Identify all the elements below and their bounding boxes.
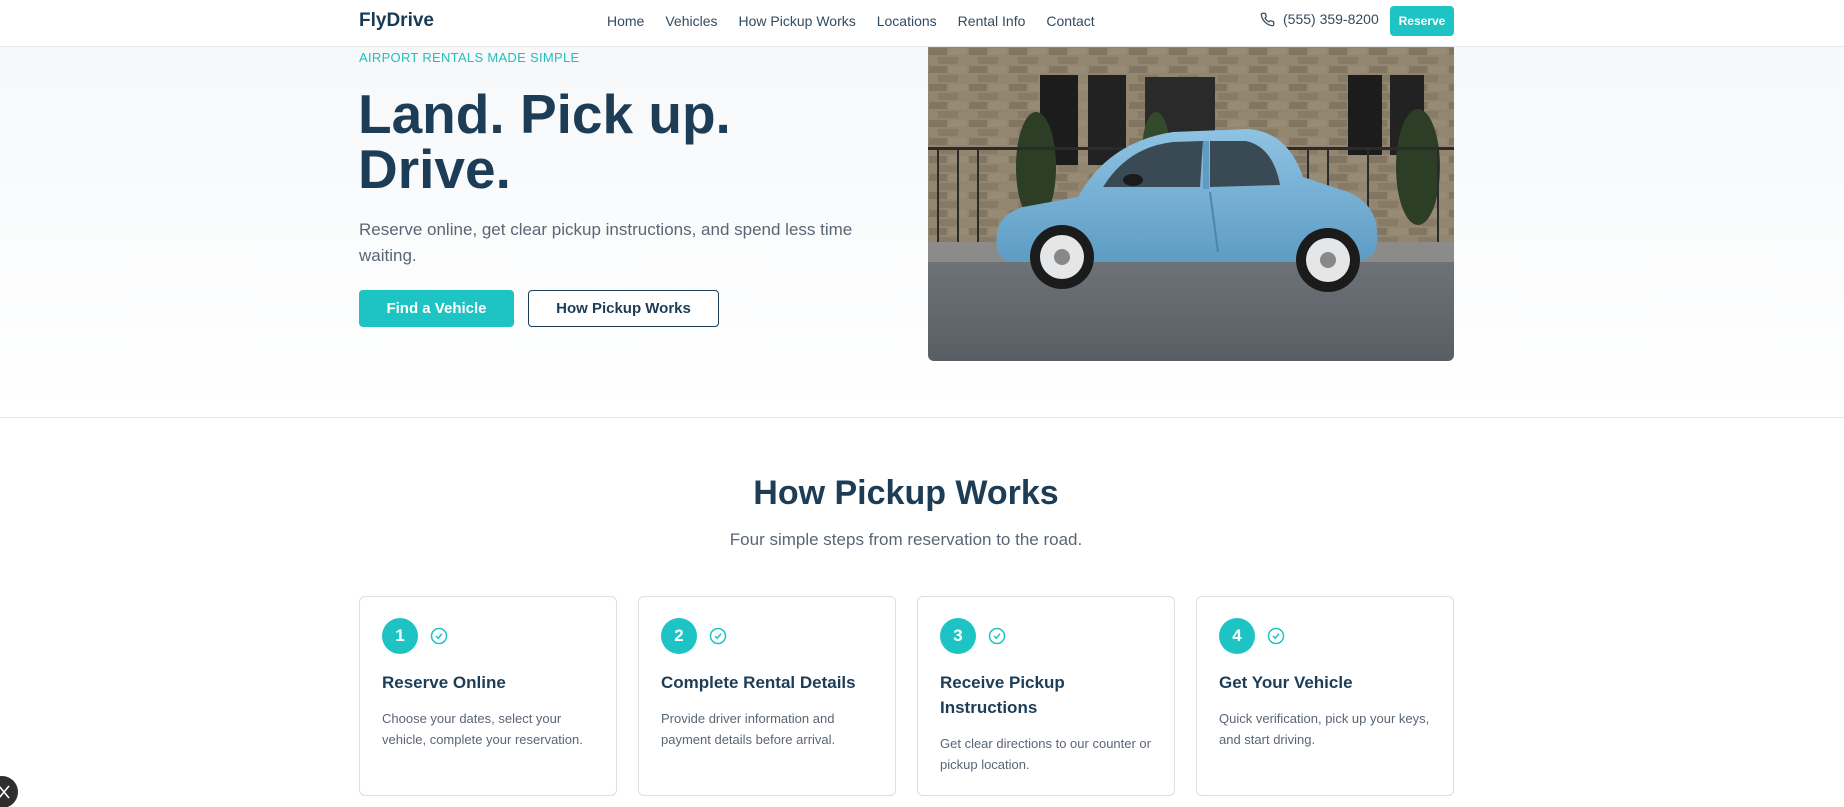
check-circle-icon [988,627,1006,645]
nav-link-vehicles[interactable]: Vehicles [665,12,717,30]
phone-contact[interactable]: (555) 359-8200 [1260,11,1379,27]
step-title: Reserve Online [382,673,506,692]
step-title: Receive Pickup Instructions [940,673,1065,717]
step-card-4: 4 Get Your Vehicle Quick verification, p… [1196,596,1454,796]
step-number-badge: 1 [382,618,418,654]
nav-link-rental-info[interactable]: Rental Info [958,12,1026,30]
check-circle-icon [430,627,448,645]
check-circle-icon [709,627,727,645]
step-card-2: 2 Complete Rental Details Provide driver… [638,596,896,796]
section-subtitle: Four simple steps from reservation to th… [729,530,1083,549]
check-circle-icon [1267,627,1285,645]
close-icon [0,785,10,799]
step-number-badge: 2 [661,618,697,654]
how-pickup-works-button[interactable]: How Pickup Works [528,290,719,327]
nav-link-home[interactable]: Home [607,12,644,30]
step-card-3: 3 Receive Pickup Instructions Get clear … [917,596,1175,796]
section-title: How Pickup Works [753,474,1059,512]
top-navigation-bar: FlyDrive Home Vehicles How Pickup Works … [0,0,1844,47]
step-title: Get Your Vehicle [1219,673,1353,692]
nav-link-locations[interactable]: Locations [877,12,937,30]
step-description: Quick verification, pick up your keys, a… [1219,711,1430,747]
phone-icon [1260,12,1275,26]
phone-number: (555) 359-8200 [1283,11,1379,27]
brand-logo[interactable]: FlyDrive [359,10,434,32]
hero-car-image [928,47,1454,361]
nav-link-contact[interactable]: Contact [1046,12,1094,30]
reserve-button[interactable]: Reserve [1390,6,1454,36]
step-description: Provide driver information and payment d… [661,711,836,747]
hero-headline: Land. Pick up. Drive. [358,83,731,200]
hero-eyebrow: AIRPORT RENTALS MADE SIMPLE [359,50,580,65]
hero-subtitle: Reserve online, get clear pickup instruc… [359,220,853,265]
step-description: Choose your dates, select your vehicle, … [382,711,583,747]
car-photo-illustration [928,47,1454,361]
main-nav: Home Vehicles How Pickup Works Locations… [607,12,1116,30]
floating-widget-button[interactable] [0,776,18,807]
step-title: Complete Rental Details [661,673,856,692]
find-vehicle-button[interactable]: Find a Vehicle [359,290,514,327]
nav-link-how-pickup-works[interactable]: How Pickup Works [739,12,856,30]
step-number-badge: 3 [940,618,976,654]
hero-section: AIRPORT RENTALS MADE SIMPLE Land. Pick u… [0,47,1844,418]
step-description: Get clear directions to our counter or p… [940,736,1151,772]
step-card-1: 1 Reserve Online Choose your dates, sele… [359,596,617,796]
step-number-badge: 4 [1219,618,1255,654]
